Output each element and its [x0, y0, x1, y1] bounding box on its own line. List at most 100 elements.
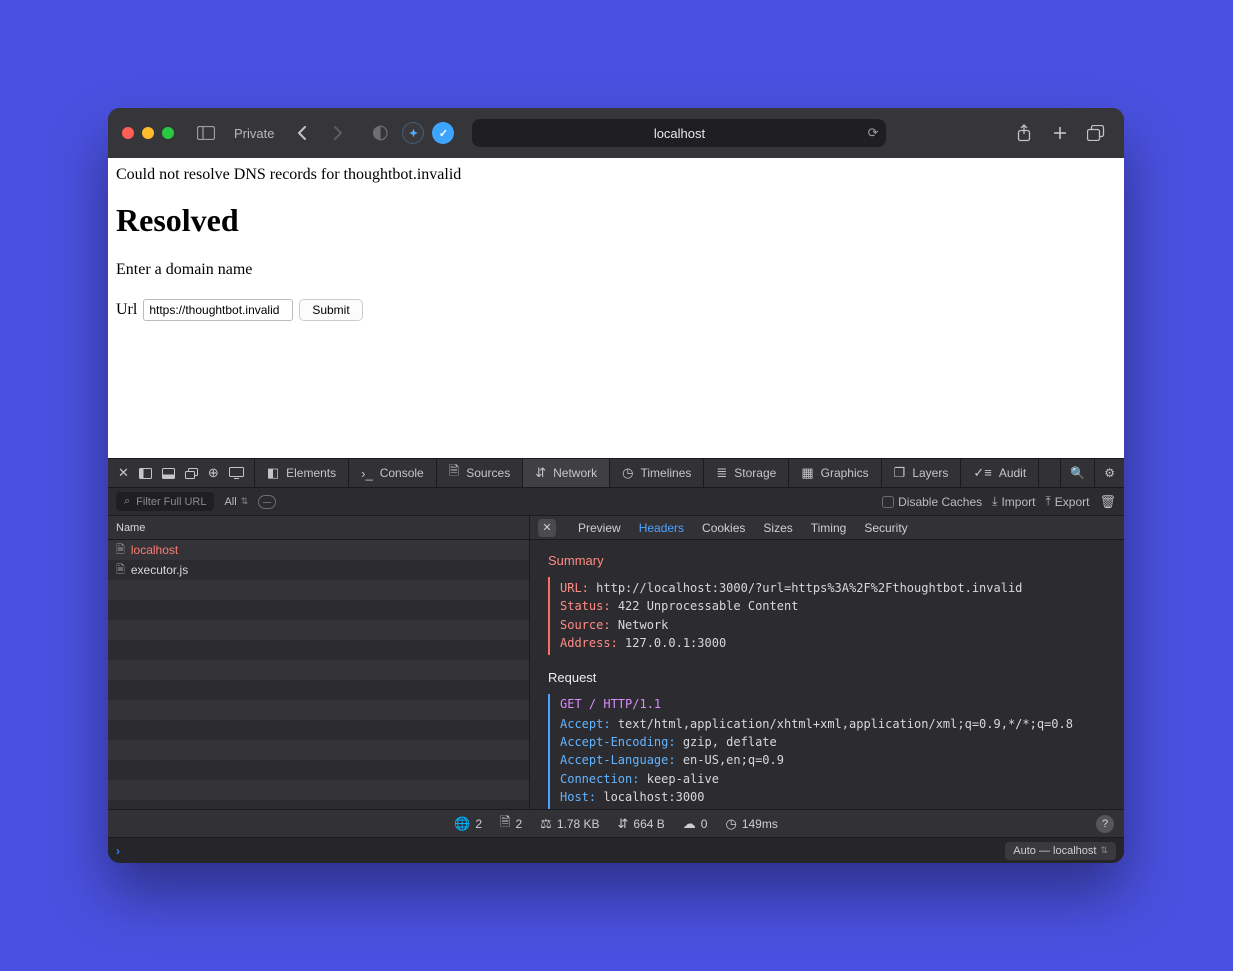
- address-bar[interactable]: localhost ⟳: [472, 119, 886, 147]
- empty-row: [108, 680, 529, 700]
- request-row[interactable]: 🗎localhost: [108, 540, 529, 560]
- stat-cloud: ☁0: [683, 816, 708, 832]
- dock-popout-icon[interactable]: [185, 468, 198, 479]
- export-button[interactable]: ⤒Export: [1045, 494, 1089, 509]
- tab-graphics[interactable]: ▦Graphics: [789, 459, 881, 487]
- error-message: Could not resolve DNS records for though…: [116, 166, 1116, 184]
- filter-icon: ⌕: [124, 495, 130, 508]
- tab-elements[interactable]: ◧Elements: [255, 459, 349, 487]
- form-hint: Enter a domain name: [116, 261, 1116, 279]
- close-window-button[interactable]: [122, 127, 134, 139]
- close-detail-icon[interactable]: ✕: [538, 519, 556, 537]
- subtab-preview[interactable]: Preview: [578, 521, 621, 535]
- empty-row: [108, 780, 529, 800]
- elements-icon: ◧: [267, 465, 279, 481]
- header-key: Accept:: [560, 717, 611, 731]
- summary-status-value: 422 Unprocessable Content: [618, 599, 799, 613]
- subtab-sizes[interactable]: Sizes: [763, 521, 792, 535]
- back-button[interactable]: [288, 119, 316, 147]
- request-row-name: executor.js: [131, 563, 188, 577]
- tab-sources[interactable]: 🗎Sources: [437, 459, 523, 487]
- network-icon: ⇵: [535, 465, 546, 481]
- tab-timelines[interactable]: ◷Timelines: [610, 459, 704, 487]
- request-header-row: Host: localhost:3000: [560, 789, 1106, 806]
- header-value: gzip, deflate: [683, 735, 777, 749]
- request-header-row: Connection: keep-alive: [560, 771, 1106, 788]
- url-form: Url Submit: [116, 299, 1116, 321]
- import-button[interactable]: ⤓Import: [992, 494, 1035, 509]
- empty-row: [108, 580, 529, 600]
- devtools-settings-icon[interactable]: ⚙: [1094, 459, 1124, 487]
- submit-button[interactable]: Submit: [299, 299, 362, 321]
- request-detail: ✕ Preview Headers Cookies Sizes Timing S…: [530, 516, 1124, 809]
- empty-row: [108, 640, 529, 660]
- empty-row: [108, 700, 529, 720]
- tab-audit[interactable]: ✓≡Audit: [961, 459, 1039, 487]
- empty-row: [108, 620, 529, 640]
- privacy-shield-icon[interactable]: [366, 119, 394, 147]
- subtab-cookies[interactable]: Cookies: [702, 521, 745, 535]
- reload-icon[interactable]: ⟳: [868, 125, 879, 141]
- empty-row: [108, 660, 529, 680]
- tab-network[interactable]: ⇵Network: [523, 459, 610, 487]
- device-icon[interactable]: [229, 467, 244, 479]
- header-value: keep-alive: [647, 772, 719, 786]
- clock-icon: ◷: [725, 816, 736, 832]
- share-icon[interactable]: [1010, 119, 1038, 147]
- console-prompt-icon: ›: [116, 844, 120, 858]
- stat-transfer: ⇵664 B: [618, 816, 665, 832]
- url-filter-input[interactable]: ⌕ Filter Full URL: [116, 492, 214, 511]
- detail-subtabs: ✕ Preview Headers Cookies Sizes Timing S…: [530, 516, 1124, 540]
- network-toolbar: ⌕ Filter Full URL All ⇅ Disable Caches ⤓…: [108, 488, 1124, 516]
- clear-requests-icon[interactable]: 🗑: [1099, 494, 1116, 510]
- url-label: Url: [116, 301, 137, 319]
- header-key: Connection:: [560, 772, 639, 786]
- request-section-title: Request: [548, 669, 1106, 688]
- subtab-timing[interactable]: Timing: [811, 521, 847, 535]
- header-key: Host:: [560, 790, 596, 804]
- grouping-toggle[interactable]: [258, 495, 276, 509]
- devtools-search-icon[interactable]: 🔍: [1061, 459, 1094, 487]
- close-devtools-icon[interactable]: ✕: [118, 465, 129, 481]
- subtab-security[interactable]: Security: [864, 521, 907, 535]
- extension-pill-1[interactable]: ✦: [402, 122, 424, 144]
- type-filter-select[interactable]: All ⇅: [224, 496, 248, 508]
- stat-time: ◷149ms: [725, 816, 777, 832]
- minimize-window-button[interactable]: [142, 127, 154, 139]
- summary-section-title: Summary: [548, 552, 1106, 571]
- tab-storage[interactable]: ≣Storage: [704, 459, 789, 487]
- target-picker-icon[interactable]: ⊕: [208, 465, 219, 481]
- dock-left-icon[interactable]: [139, 468, 152, 479]
- summary-section: URL: http://localhost:3000/?url=https%3A…: [548, 577, 1106, 656]
- tab-overview-icon[interactable]: [1082, 119, 1110, 147]
- storage-icon: ≣: [716, 465, 727, 481]
- tab-layers[interactable]: ❐Layers: [882, 459, 962, 487]
- dock-bottom-icon[interactable]: [162, 468, 175, 479]
- network-statusbar: 🌐2 🗎2 ⚖1.78 KB ⇵664 B ☁0 ◷149ms ?: [108, 809, 1124, 837]
- url-input[interactable]: [143, 299, 293, 321]
- extension-pill-2[interactable]: ✓: [432, 122, 454, 144]
- request-list: Name 🗎localhost🗎executor.js: [108, 516, 530, 809]
- summary-status-key: Status:: [560, 599, 611, 613]
- subtab-headers[interactable]: Headers: [639, 521, 684, 535]
- request-header-row: Accept-Language: en-US,en;q=0.9: [560, 752, 1106, 769]
- help-icon[interactable]: ?: [1096, 815, 1114, 833]
- summary-source-value: Network: [618, 618, 669, 632]
- header-key: Accept-Encoding:: [560, 735, 676, 749]
- devtools-tabstrip: ✕ ⊕ ◧Elements ›_Console 🗎Sources ⇵Networ…: [108, 458, 1124, 488]
- header-value: en-US,en;q=0.9: [683, 753, 784, 767]
- file-icon: 🗎: [116, 541, 125, 560]
- sidebar-toggle-icon[interactable]: [192, 119, 220, 147]
- request-list-header[interactable]: Name: [108, 516, 529, 540]
- page-heading: Resolved: [116, 202, 1116, 239]
- summary-url-key: URL:: [560, 581, 589, 595]
- titlebar: Private ✦ ✓ localhost ⟳: [108, 108, 1124, 158]
- transfer-icon: ⇵: [618, 816, 629, 832]
- request-row[interactable]: 🗎executor.js: [108, 560, 529, 580]
- console-context-select[interactable]: Auto — localhost ⇅: [1005, 842, 1116, 860]
- forward-button[interactable]: [324, 119, 352, 147]
- fullscreen-window-button[interactable]: [162, 127, 174, 139]
- disable-caches-checkbox[interactable]: Disable Caches: [882, 495, 982, 509]
- new-tab-icon[interactable]: [1046, 119, 1074, 147]
- tab-console[interactable]: ›_Console: [349, 459, 437, 487]
